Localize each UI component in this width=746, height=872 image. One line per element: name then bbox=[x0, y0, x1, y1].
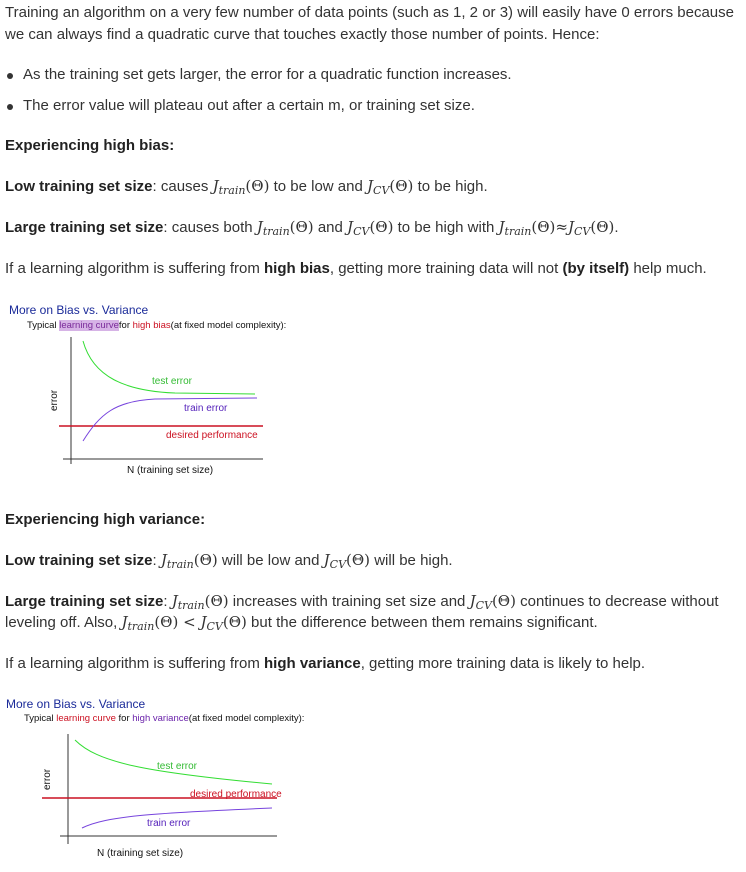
j-train-lt-j-cv-math: Jtrain(Θ) < JCV(Θ) bbox=[121, 613, 247, 633]
variance-heading-text: Experiencing high variance: bbox=[5, 511, 206, 528]
bullet-dot bbox=[5, 99, 17, 111]
text: and bbox=[313, 219, 348, 236]
learning-curve-svg: error test error train error desired per… bbox=[49, 337, 263, 476]
bias-large-paragraph: Large training set size: causes both Jtr… bbox=[5, 217, 740, 238]
high-bias-learning-curve-figure: More on Bias vs. Variance Typical learni… bbox=[5, 299, 305, 485]
bias-heading-text: Experiencing high bias: bbox=[5, 137, 175, 154]
intro-paragraph: Training an algorithm on a very few numb… bbox=[5, 2, 740, 46]
variance-summary: If a learning algorithm is suffering fro… bbox=[5, 655, 646, 672]
variance-large-paragraph: Large training set size: Jtrain(Θ) incre… bbox=[5, 592, 719, 633]
train-error-label: train error bbox=[147, 818, 191, 829]
variance-large-label: Large training set size bbox=[5, 593, 164, 610]
bullet-dot bbox=[5, 68, 17, 80]
y-axis-label: error bbox=[49, 389, 60, 411]
intro-text: Training an algorithm on a very few numb… bbox=[5, 4, 734, 43]
learning-curve-svg: error test error desired performance tra… bbox=[42, 734, 282, 859]
text: to be high with bbox=[393, 219, 499, 236]
variance-low-label: Low training set size bbox=[5, 552, 153, 569]
bullet-text: As the training set gets larger, the err… bbox=[23, 66, 512, 83]
x-axis-label: N (training set size) bbox=[127, 465, 213, 476]
high-variance-learning-curve-figure: More on Bias vs. Variance Typical learni… bbox=[2, 694, 304, 866]
bullet-item: As the training set gets larger, the err… bbox=[23, 64, 740, 85]
bias-large-label: Large training set size bbox=[5, 219, 164, 236]
test-error-label: test error bbox=[152, 376, 193, 387]
train-error-label: train error bbox=[184, 403, 228, 414]
variance-heading: Experiencing high variance: bbox=[5, 509, 740, 530]
high-bias-bold: high bias bbox=[264, 260, 330, 277]
text: : causes both bbox=[163, 219, 257, 236]
by-itself-bold: (by itself) bbox=[562, 260, 630, 277]
bias-summary: If a learning algorithm is suffering fro… bbox=[5, 260, 707, 277]
j-cv-math: JCV(Θ) bbox=[469, 592, 516, 612]
bias-low-label: Low training set size bbox=[5, 178, 153, 195]
variance-low-paragraph: Low training set size: Jtrain(Θ) will be… bbox=[5, 551, 453, 571]
j-cv-math: JCV(Θ) bbox=[323, 551, 371, 571]
text: : causes bbox=[152, 178, 213, 195]
bullet-item: The error value will plateau out after a… bbox=[23, 95, 740, 116]
text: to be low and bbox=[269, 178, 368, 195]
y-axis-label: error bbox=[42, 768, 53, 790]
j-cv-math: JCV(Θ) bbox=[367, 177, 414, 197]
j-train-math: Jtrain(Θ) bbox=[171, 592, 229, 612]
j-train-math: Jtrain(Θ) bbox=[256, 218, 314, 238]
j-train-math: Jtrain(Θ) bbox=[212, 177, 270, 197]
text: . bbox=[614, 219, 619, 236]
high-variance-bold: high variance bbox=[264, 655, 361, 672]
text: to be high. bbox=[413, 178, 488, 195]
x-axis-label: N (training set size) bbox=[97, 848, 183, 859]
bullet-text: The error value will plateau out after a… bbox=[23, 97, 475, 114]
bias-heading: Experiencing high bias: bbox=[5, 135, 740, 156]
desired-performance-label: desired performance bbox=[190, 789, 282, 800]
j-train-approx-j-cv-math: Jtrain(Θ)≈JCV(Θ) bbox=[498, 218, 615, 238]
desired-performance-label: desired performance bbox=[166, 430, 258, 441]
j-cv-math: JCV(Θ) bbox=[347, 218, 394, 238]
test-error-label: test error bbox=[157, 761, 198, 772]
bias-low-paragraph: Low training set size: causes Jtrain(Θ) … bbox=[5, 176, 740, 197]
j-train-math: Jtrain(Θ) bbox=[160, 551, 218, 571]
